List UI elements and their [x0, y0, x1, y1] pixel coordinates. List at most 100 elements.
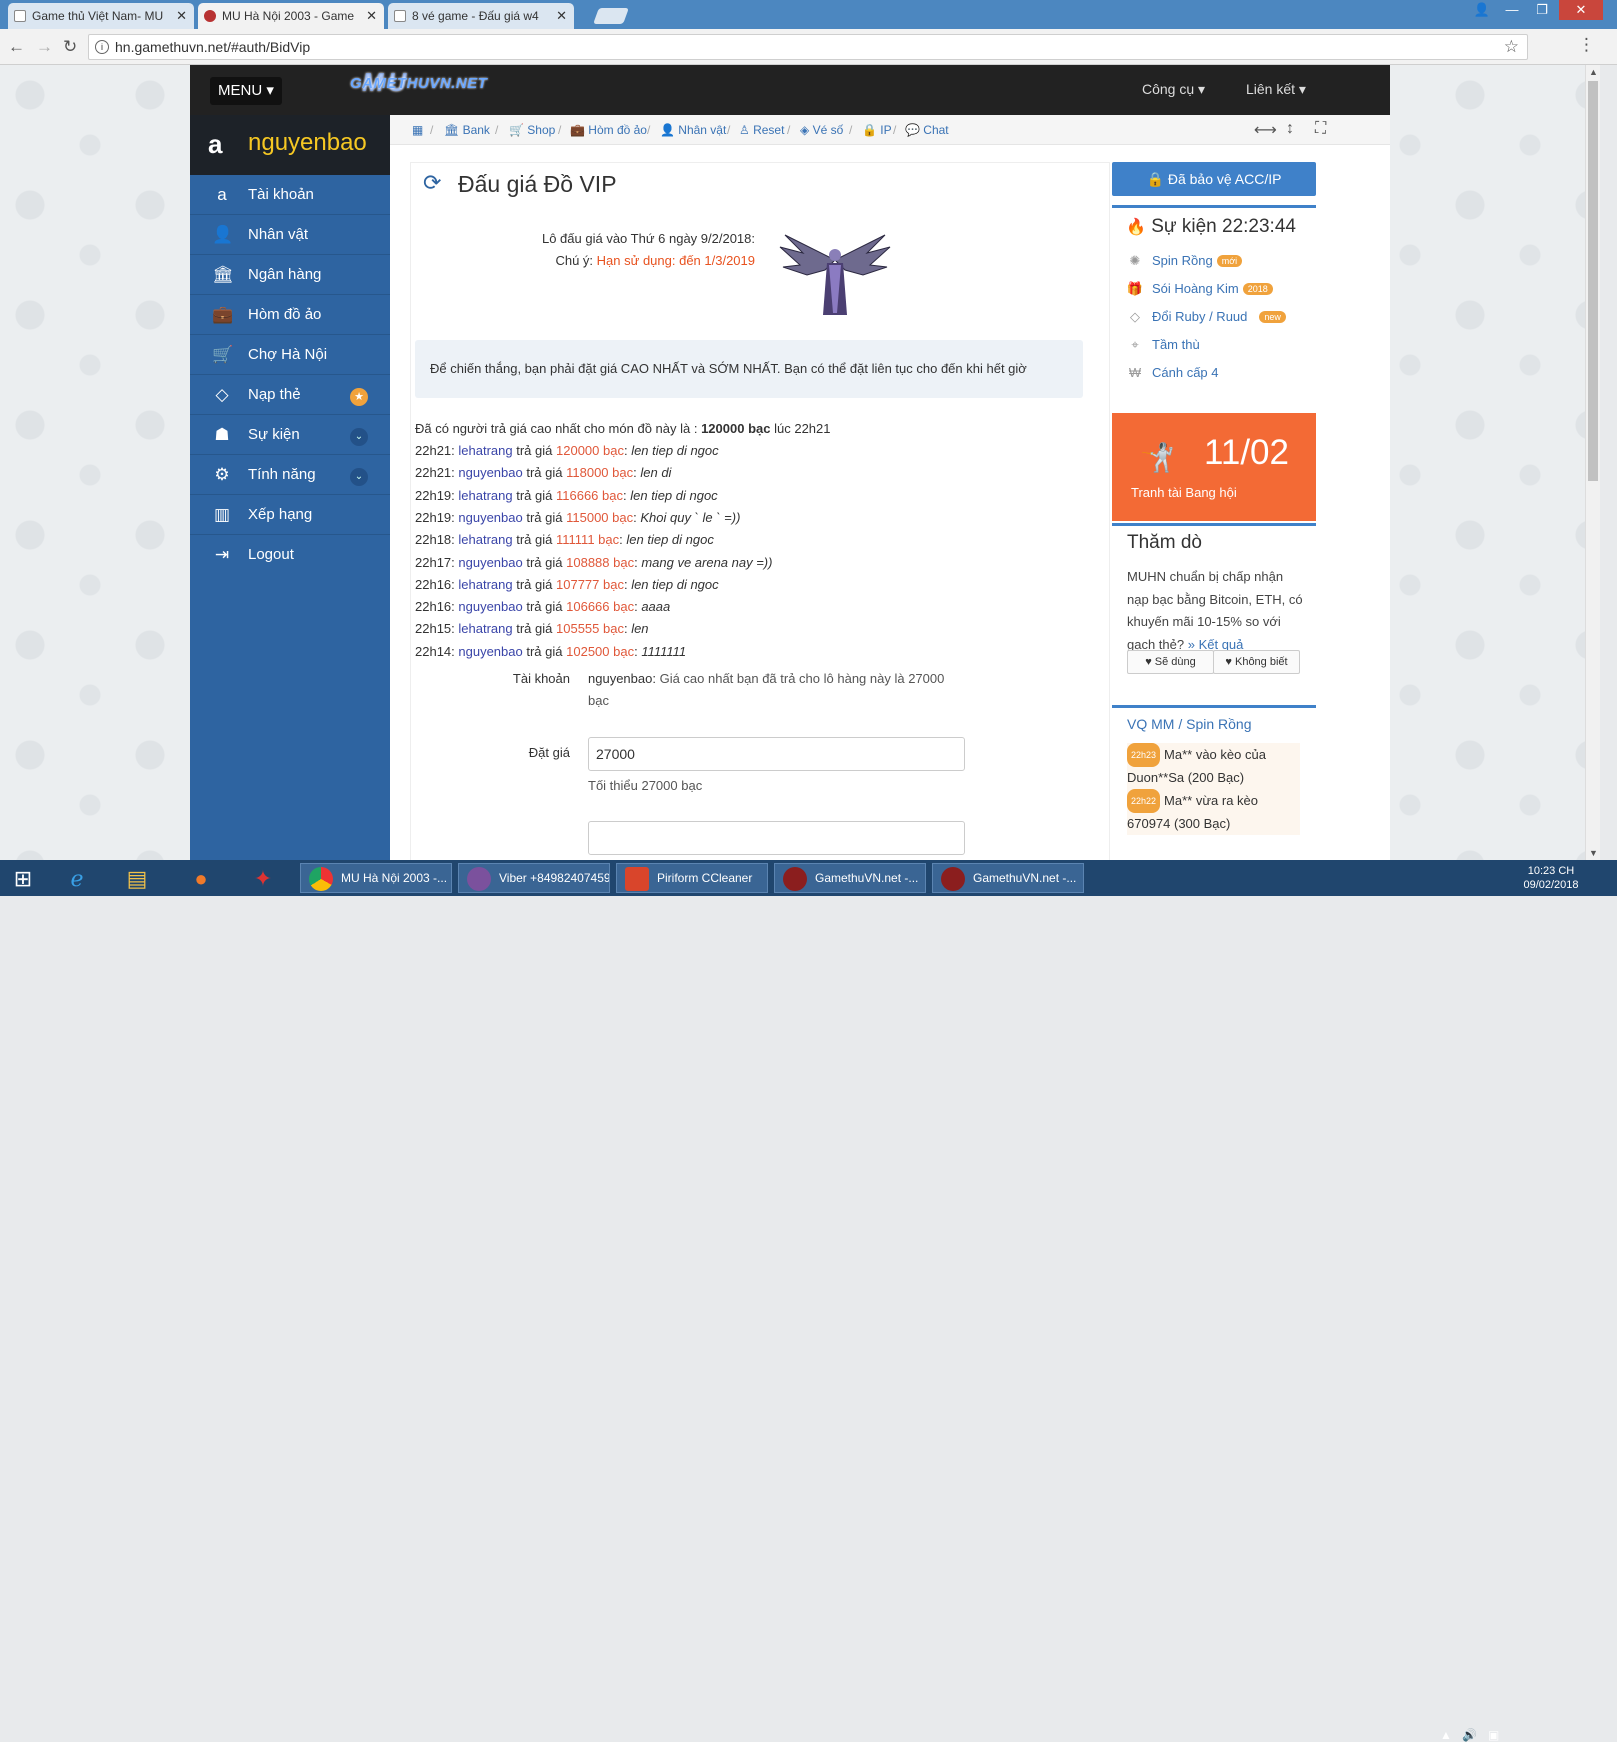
- bid-time: 22h19:: [415, 509, 455, 525]
- breadcrumb-bank[interactable]: 🏛 Bank: [444, 123, 490, 137]
- internet-explorer-icon[interactable]: ℯ: [62, 865, 92, 893]
- bank-icon: 🏛: [212, 265, 234, 284]
- close-icon[interactable]: ✕: [366, 8, 377, 24]
- browser-menu-icon[interactable]: ⋮: [1578, 35, 1595, 55]
- sidebar-item-logout[interactable]: ⇥ Logout: [190, 535, 390, 575]
- bidder-link[interactable]: nguyenbao: [458, 465, 522, 480]
- taskbar-task-ccleaner[interactable]: Piriform CCleaner: [616, 863, 768, 893]
- event-doi-ruby[interactable]: ◇ Đổi Ruby / Ruud new: [1126, 309, 1286, 325]
- sidebar-item-events[interactable]: ☗ Sự kiện ⌄: [190, 415, 390, 455]
- summary-amount: 120000 bạc: [701, 421, 771, 436]
- breadcrumb-chat[interactable]: 💬 Chat: [905, 123, 949, 137]
- scroll-up-icon[interactable]: ▲: [1589, 67, 1598, 77]
- sidebar-item-bank[interactable]: 🏛 Ngân hàng: [190, 255, 390, 295]
- bookmark-star-icon[interactable]: ☆: [1504, 37, 1519, 57]
- chevron-down-icon[interactable]: ⌄: [350, 428, 368, 446]
- url-input[interactable]: i hn.gamethuvn.net/#auth/BidVip ☆: [88, 34, 1528, 60]
- info-icon[interactable]: i: [95, 40, 109, 54]
- reload-icon[interactable]: ↻: [63, 37, 77, 57]
- taskbar-task-gamethuvn[interactable]: GamethuVN.net -...: [932, 863, 1084, 893]
- calendar-icon[interactable]: ▦: [412, 123, 423, 137]
- bid-verb: trả giá: [526, 599, 563, 615]
- windows-taskbar: ⊞ ℯ ▤ ● ✦ MU Hà Nội 2003 -... Viber +849…: [0, 860, 1617, 1742]
- close-icon[interactable]: ✕: [556, 8, 567, 24]
- scrollbar-thumb[interactable]: [1588, 81, 1598, 481]
- site-logo[interactable]: MU GAMETHUVN.NET: [350, 67, 487, 97]
- breadcrumb-character[interactable]: 👤 Nhân vật: [660, 123, 726, 137]
- taskbar-task-viber[interactable]: Viber +84982407459: [458, 863, 610, 893]
- volume-icon[interactable]: 🔊: [1462, 1728, 1477, 1742]
- poll-yes-button[interactable]: ♥ Sẽ dùng: [1127, 650, 1214, 674]
- bidder-link[interactable]: nguyenbao: [458, 555, 522, 570]
- poll-no-button[interactable]: ♥ Không biết: [1213, 650, 1300, 674]
- network-icon[interactable]: ▣: [1488, 1728, 1499, 1742]
- user-icon[interactable]: 👤: [1467, 0, 1497, 20]
- message-input[interactable]: [588, 821, 965, 855]
- new-tab-button[interactable]: [593, 8, 629, 24]
- bidder-link[interactable]: lehatrang: [458, 532, 512, 547]
- time-pill: 22h23: [1127, 743, 1161, 767]
- bid-amount-input[interactable]: 27000: [588, 737, 965, 771]
- browser-tab-active[interactable]: MU Hà Nội 2003 - Game ✕: [198, 3, 384, 29]
- browser-tab[interactable]: 8 vé game - Đấu giá w4 ✕: [388, 3, 574, 29]
- taskbar-task-gamethuvn[interactable]: GamethuVN.net -...: [774, 863, 926, 893]
- fullscreen-icon[interactable]: ⛶: [1315, 120, 1326, 138]
- mu-game-icon[interactable]: ✦: [248, 865, 278, 893]
- bidder-link[interactable]: nguyenbao: [458, 599, 522, 614]
- bidder-link[interactable]: nguyenbao: [458, 644, 522, 659]
- breadcrumb-reset[interactable]: ♙ Reset: [739, 123, 784, 137]
- sidebar-item-ranking[interactable]: ▥ Xếp hạng: [190, 495, 390, 535]
- bidder-link[interactable]: lehatrang: [458, 621, 512, 636]
- chevron-down-icon[interactable]: ⌄: [350, 468, 368, 486]
- close-icon[interactable]: ✕: [176, 8, 187, 24]
- guild-tournament-banner[interactable]: 🤺 11/02 Tranh tài Bang hội: [1112, 413, 1316, 521]
- event-soi-hoang-kim[interactable]: 🎁 Sói Hoàng Kim 2018: [1126, 281, 1273, 297]
- expand-vertical-icon[interactable]: ↕: [1286, 120, 1294, 138]
- scroll-down-icon[interactable]: ▼: [1589, 848, 1598, 858]
- breadcrumb-chest[interactable]: 💼 Hòm đồ ảo: [570, 123, 647, 137]
- bidder-link[interactable]: nguyenbao: [458, 510, 522, 525]
- minimize-button[interactable]: —: [1497, 0, 1527, 20]
- maximize-button[interactable]: ❐: [1527, 0, 1557, 20]
- close-window-button[interactable]: ✕: [1559, 0, 1603, 20]
- bidder-link[interactable]: lehatrang: [458, 488, 512, 503]
- spin-feed-title[interactable]: VQ MM / Spin Rồng: [1127, 716, 1252, 732]
- event-tam-thu[interactable]: ⌖ Tầm thù: [1126, 337, 1199, 353]
- bid-message: Khoi quy ` le ` =)): [640, 509, 741, 525]
- file-explorer-icon[interactable]: ▤: [122, 865, 152, 893]
- won-icon: ₩: [1128, 365, 1142, 380]
- tools-dropdown[interactable]: Công cụ ▾: [1142, 81, 1205, 98]
- breadcrumb-ip[interactable]: 🔒 IP: [862, 123, 892, 137]
- menu-button[interactable]: MENU ▾: [210, 77, 282, 105]
- sidebar-item-features[interactable]: ⚙ Tính năng ⌄: [190, 455, 390, 495]
- username[interactable]: nguyenbao: [248, 129, 367, 157]
- sidebar-item-character[interactable]: 👤 Nhân vật: [190, 215, 390, 255]
- breadcrumb-lottery[interactable]: ◈ Vé số: [800, 123, 843, 137]
- links-dropdown[interactable]: Liên kết ▾: [1246, 81, 1306, 98]
- sidebar-item-topup[interactable]: ◇ Nạp thẻ ★: [190, 375, 390, 415]
- bid-time: 22h16:: [415, 576, 455, 592]
- refresh-icon[interactable]: ⟳: [423, 170, 441, 196]
- event-canh-cap-4[interactable]: ₩ Cánh cấp 4: [1126, 365, 1219, 380]
- taskbar-task-chrome[interactable]: MU Hà Nội 2003 -...: [300, 863, 452, 893]
- firefox-icon[interactable]: ●: [186, 865, 216, 893]
- fire-icon: 🔥: [1126, 219, 1146, 236]
- vertical-scrollbar[interactable]: ▲ ▼: [1585, 65, 1600, 860]
- forward-arrow-icon[interactable]: →: [36, 37, 53, 57]
- protect-account-button[interactable]: 🔒 Đã bảo vệ ACC/IP: [1112, 162, 1316, 196]
- expand-horizontal-icon[interactable]: ⟷: [1254, 120, 1277, 140]
- sidebar-item-virtual-chest[interactable]: 💼 Hòm đồ ảo: [190, 295, 390, 335]
- sidebar-item-label: Chợ Hà Nội: [248, 346, 328, 363]
- bidder-link[interactable]: lehatrang: [458, 577, 512, 592]
- bid-amount: 120000 bạc: [556, 443, 624, 458]
- sidebar-item-market[interactable]: 🛒 Chợ Hà Nội: [190, 335, 390, 375]
- system-clock[interactable]: 10:23 CH 09/02/2018: [1521, 864, 1581, 892]
- tray-arrow-icon[interactable]: ▲: [1440, 1728, 1452, 1742]
- sidebar-item-account[interactable]: a Tài khoản: [190, 175, 390, 215]
- bidder-link[interactable]: lehatrang: [458, 443, 512, 458]
- browser-tab[interactable]: Game thủ Việt Nam- MU ✕: [8, 3, 194, 29]
- event-spin-rong[interactable]: ✺ Spin Rồng mới: [1126, 253, 1243, 269]
- windows-start-icon[interactable]: ⊞: [8, 865, 38, 893]
- breadcrumb-shop[interactable]: 🛒 Shop: [509, 123, 555, 137]
- back-arrow-icon[interactable]: ←: [8, 37, 25, 57]
